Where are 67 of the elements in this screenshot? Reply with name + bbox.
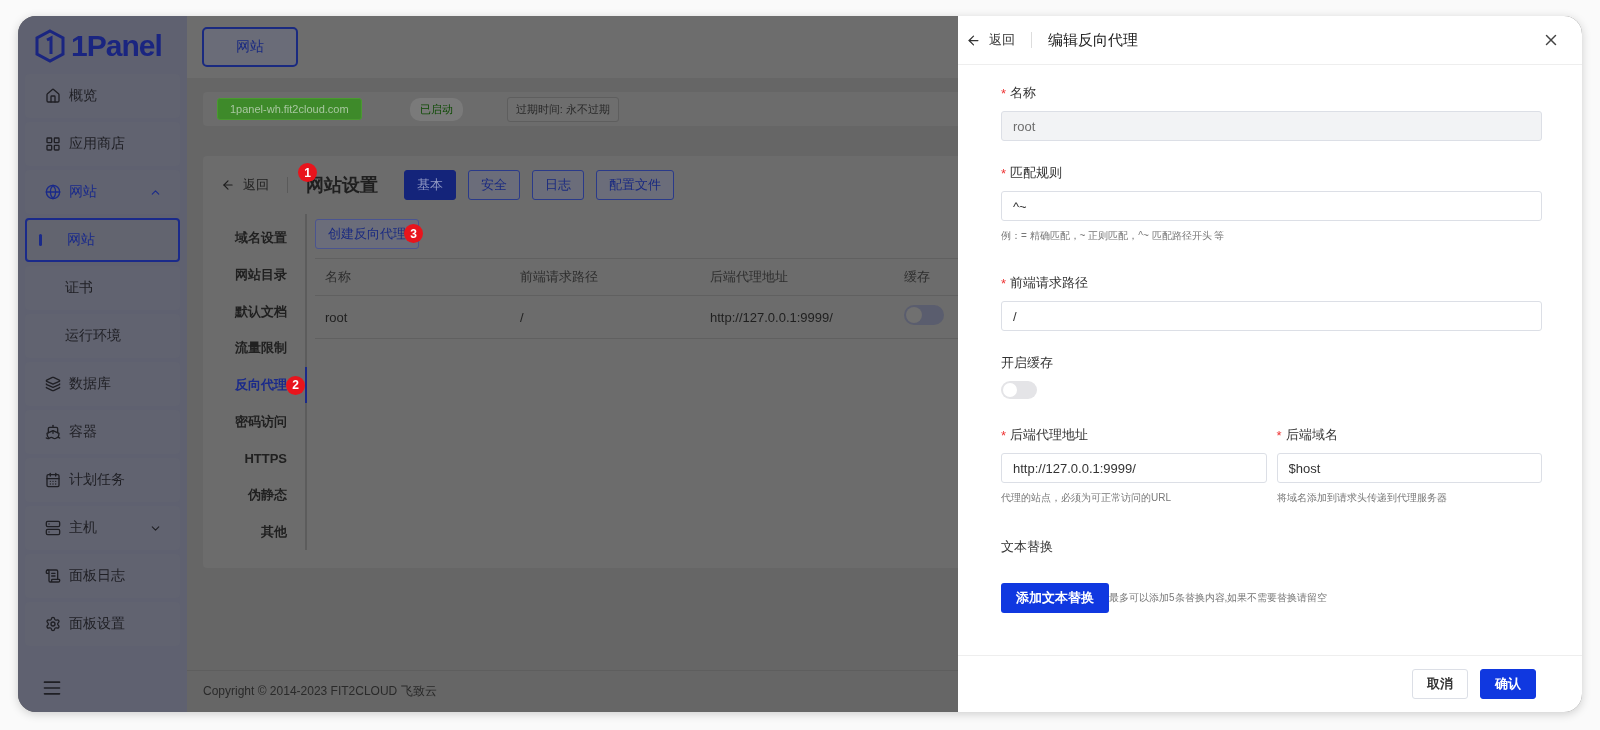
- sidebar-subitem[interactable]: 网站: [25, 218, 180, 262]
- status-tag: 已启动: [409, 97, 463, 121]
- tab[interactable]: 配置文件: [596, 170, 674, 200]
- replace-note: 最多可以添加5条替换内容,如果不需要替换请留空: [1109, 591, 1328, 605]
- field-label: 前端请求路径: [1010, 274, 1089, 292]
- required-mark: *: [1001, 165, 1007, 181]
- text-field[interactable]: ^~: [1001, 191, 1542, 221]
- tab[interactable]: 基本: [404, 170, 456, 200]
- server-icon: [45, 520, 61, 536]
- tab[interactable]: 安全: [468, 170, 520, 200]
- cache-switch[interactable]: [1001, 381, 1037, 399]
- expiry-tag: 过期时间: 永不过期: [506, 96, 619, 122]
- table-cell-text: http://127.0.0.1:9999/: [710, 309, 834, 325]
- field-hint: 将域名添加到请求头传递到代理服务器: [1276, 491, 1448, 505]
- settings-menu-item[interactable]: 域名设置: [223, 220, 307, 257]
- copyright: Copyright © 2014-2023 FIT2CLOUD 飞致云: [187, 670, 958, 712]
- globe-icon: [45, 184, 61, 200]
- drawer-title: 编辑反向代理: [1048, 30, 1139, 50]
- settings-menu-item[interactable]: HTTPS: [223, 440, 307, 477]
- field-hint: 例：= 精确匹配，~ 正则匹配，^~ 匹配路径开头 等: [1001, 229, 1226, 243]
- text-field[interactable]: /: [1001, 301, 1542, 331]
- column-header: 前端请求路径: [520, 268, 599, 286]
- text-field[interactable]: http://127.0.0.1:9999/: [1001, 453, 1267, 483]
- step-marker: 2: [286, 375, 305, 395]
- field-hint: 代理的站点，必须为可正常访问的URL: [1001, 491, 1172, 505]
- settings-menu-item[interactable]: 其他: [223, 513, 307, 551]
- logo-text: 1Panel: [71, 29, 162, 63]
- layers-icon: [45, 376, 61, 392]
- column-header: 名称: [325, 268, 352, 286]
- logo-icon: [35, 29, 65, 63]
- required-mark: *: [1001, 85, 1007, 101]
- confirm-button[interactable]: 确认: [1480, 669, 1536, 699]
- settings-menu-item[interactable]: 网站目录: [223, 256, 307, 294]
- settings-icon: [45, 616, 61, 632]
- cancel-button[interactable]: 取消: [1412, 669, 1468, 699]
- tab[interactable]: 日志: [532, 170, 584, 200]
- table-cell-text: /: [520, 309, 525, 325]
- required-mark: *: [1276, 427, 1282, 443]
- table-cell-text: root: [325, 309, 349, 325]
- grid-icon: [45, 136, 61, 152]
- menu-icon[interactable]: [42, 678, 62, 698]
- ship-icon: [45, 424, 61, 440]
- required-mark: *: [1001, 275, 1007, 291]
- text-field[interactable]: $host: [1276, 453, 1542, 483]
- field-label: 后端代理地址: [1010, 426, 1089, 444]
- field-label: 后端域名: [1285, 426, 1338, 444]
- field-label: 名称: [1010, 84, 1037, 102]
- home-icon: [45, 88, 61, 104]
- section-label: 文本替换: [1001, 538, 1053, 556]
- settings-menu-item[interactable]: 密码访问: [223, 403, 307, 441]
- back-link[interactable]: 返回: [966, 31, 1015, 49]
- back-link[interactable]: 返回: [221, 176, 269, 194]
- field-label: 开启缓存: [1001, 354, 1053, 372]
- column-header: 缓存: [904, 268, 931, 286]
- domain-tag: 1panel-wh.fit2cloud.com: [217, 98, 362, 120]
- field-label: 匹配规则: [1010, 164, 1063, 182]
- tab[interactable]: 网站: [202, 27, 298, 67]
- add-replace-button[interactable]: 添加文本替换: [1001, 583, 1109, 613]
- calendar-icon: [45, 472, 61, 488]
- active-indicator: [39, 234, 42, 246]
- settings-menu-item[interactable]: 反向代理 2: [223, 366, 307, 404]
- column-header: 后端代理地址: [710, 268, 789, 286]
- settings-menu-item[interactable]: 伪静态: [223, 476, 307, 514]
- document-icon: [45, 568, 61, 584]
- required-mark: *: [1001, 427, 1007, 443]
- settings-menu-item[interactable]: 流量限制: [223, 330, 307, 367]
- settings-menu-item[interactable]: 默认文档: [223, 293, 307, 330]
